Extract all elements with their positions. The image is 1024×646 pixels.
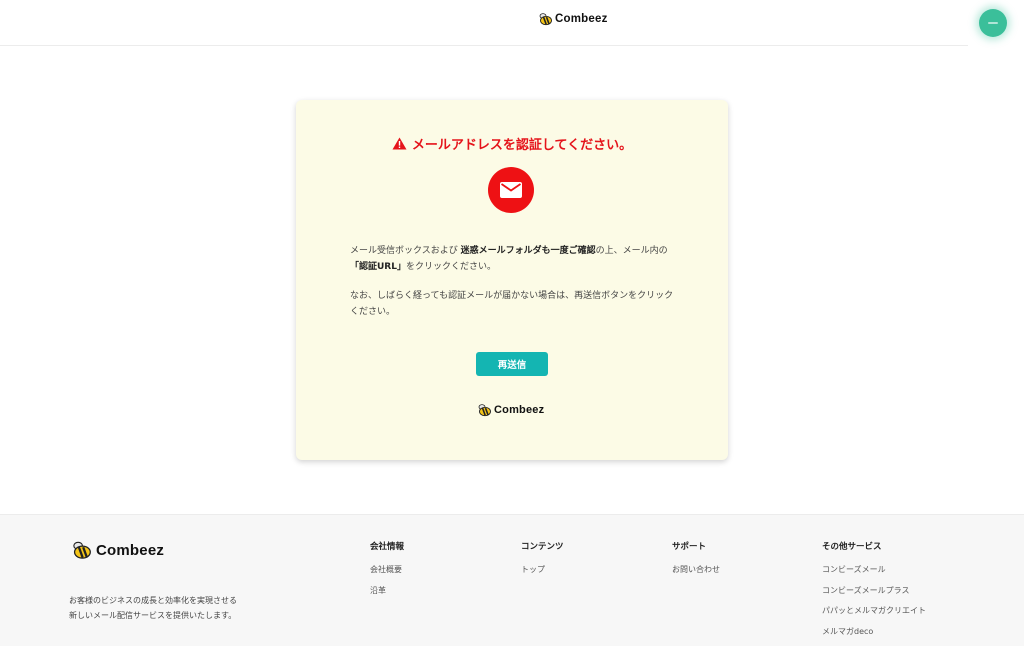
bee-logo-icon — [539, 13, 552, 26]
tagline-line: 新しいメール配信サービスを提供いたします。 — [69, 611, 237, 620]
resend-note: なお、しばらく経っても認証メールが届かない場合は、再送信ボタンをクリックください… — [350, 291, 674, 317]
instruction-paragraph: メール受信ボックスおよび 迷惑メールフォルダも一度ご確認の上、メール内の 「認証… — [350, 244, 680, 275]
footer-link-top[interactable]: トップ — [521, 560, 564, 581]
footer-link-melmaga-deco[interactable]: メルマガdeco — [822, 622, 926, 643]
footer-column-title: 会社情報 — [370, 542, 405, 552]
footer-link-combeez-mail-plus[interactable]: コンビーズメールプラス — [822, 581, 926, 602]
mail-icon — [488, 167, 534, 213]
footer-link-contact[interactable]: お問い合わせ — [672, 560, 720, 581]
card-logo: Combeez — [476, 403, 544, 417]
warning-icon — [392, 137, 407, 150]
footer-link-combeez-mail[interactable]: コンビーズメール — [822, 560, 926, 581]
footer-column-contents: コンテンツ トップ — [521, 540, 564, 581]
site-header: Combeez — [0, 0, 968, 46]
right-strip — [968, 0, 1024, 514]
footer-column-title: サポート — [672, 542, 707, 552]
instruction-emphasis: 迷惑メールフォルダも一度ご確認 — [460, 246, 596, 256]
footer-column-title: その他サービス — [822, 542, 882, 552]
card-title-text: メールアドレスを認証してください。 — [411, 138, 633, 153]
bee-logo-icon — [73, 541, 91, 559]
footer-tagline: お客様のビジネスの成長と効率化を実現させる 新しいメール配信サービスを提供いたし… — [69, 593, 289, 623]
tagline-line: お客様のビジネスの成長と効率化を実現させる — [69, 596, 237, 605]
footer-column-support: サポート お問い合わせ — [672, 540, 720, 581]
resend-button[interactable]: 再送信 — [476, 352, 548, 376]
auth-url-emphasis: 「認証URL」 — [350, 261, 406, 272]
brand-wordmark: Combeez — [555, 13, 608, 25]
footer-column-company: 会社情報 会社概要 沿革 — [370, 540, 404, 601]
footer-column-title: コンテンツ — [521, 542, 564, 552]
footer-link-history[interactable]: 沿革 — [370, 581, 404, 602]
footer-logo[interactable]: Combeez — [69, 540, 164, 560]
brand-wordmark: Combeez — [494, 404, 545, 416]
footer-link-company-overview[interactable]: 会社概要 — [370, 560, 404, 581]
brand-wordmark: Combeez — [96, 541, 165, 559]
bee-logo-icon — [478, 404, 491, 417]
instruction-text-3: をクリックください。 — [405, 261, 496, 272]
instruction-text-2: の上、メール内の — [595, 246, 668, 256]
instruction-text: メール受信ボックスおよび — [350, 246, 461, 256]
card-title: メールアドレスを認証してください。 — [296, 134, 728, 154]
header-logo[interactable]: Combeez — [537, 12, 608, 26]
page: Combeez メールアドレスを認証してください。 メール受信ボックスおよび 迷… — [0, 0, 1024, 646]
footer-link-papatto-creator[interactable]: パパッとメルマガクリエイト — [822, 601, 926, 622]
footer-column-other-services: その他サービス コンビーズメール コンビーズメールプラス パパッとメルマガクリエ… — [822, 540, 926, 642]
chat-fab-icon[interactable] — [979, 9, 1007, 37]
